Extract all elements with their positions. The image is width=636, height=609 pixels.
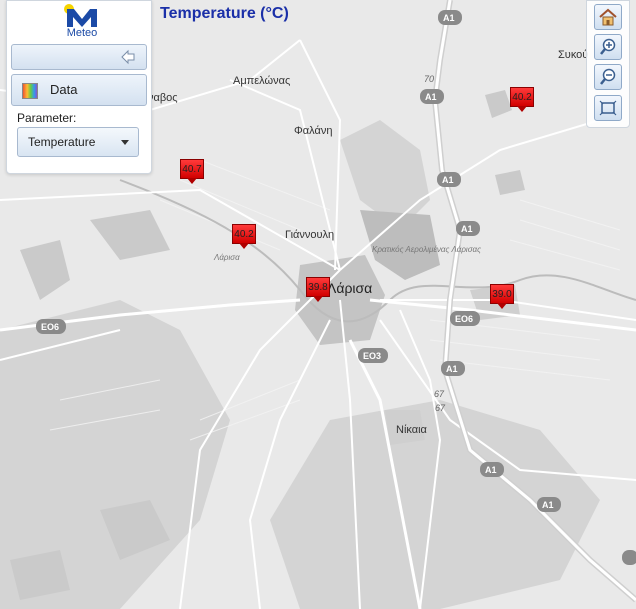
svg-text:A1: A1	[485, 465, 497, 475]
km-marker: 67	[435, 403, 446, 413]
panel-collapse-button[interactable]	[11, 44, 147, 70]
map-toolbar	[586, 0, 630, 128]
zoom-in-button[interactable]	[594, 34, 622, 60]
place-label: Φαλάνη	[294, 125, 332, 137]
station-value: 40.2	[510, 87, 534, 107]
road-shield: EO6	[36, 319, 66, 334]
station-marker[interactable]: 40.7	[180, 159, 204, 185]
svg-text:A1: A1	[425, 92, 437, 102]
road-shield: EO6	[450, 311, 480, 326]
road-shield	[622, 550, 636, 565]
parameter-select[interactable]: Temperature	[17, 127, 139, 157]
zoom-out-button[interactable]	[594, 64, 622, 90]
road-shield: EO3	[358, 348, 388, 363]
km-marker: 70	[424, 74, 434, 84]
zoom-in-icon	[600, 38, 616, 55]
station-marker[interactable]: 39.8	[306, 277, 330, 303]
station-marker[interactable]: 40.2	[510, 87, 534, 113]
svg-text:A1: A1	[542, 500, 554, 510]
road-shield: A1	[437, 172, 461, 187]
map-title: Temperature (°C)	[160, 5, 289, 22]
place-label: Κρατικός Αερολιμένας Λάρισας	[372, 245, 481, 254]
road-shield: A1	[441, 361, 465, 376]
svg-text:EO6: EO6	[455, 314, 473, 324]
svg-text:EO6: EO6	[41, 322, 59, 332]
place-label: Λάρισα	[213, 253, 240, 262]
road-shield: A1	[420, 89, 444, 104]
road-shield: A1	[480, 462, 504, 477]
station-marker[interactable]: 39.0	[490, 284, 514, 310]
place-label: Αμπελώνας	[233, 75, 290, 87]
place-label: ναβος	[148, 92, 178, 104]
road-shield: A1	[438, 10, 462, 25]
km-marker: 67	[434, 389, 445, 399]
station-marker[interactable]: 40.2	[232, 224, 256, 250]
collapse-arrow-icon	[121, 49, 135, 65]
station-value: 40.2	[232, 224, 256, 244]
svg-text:A1: A1	[461, 224, 473, 234]
svg-text:A1: A1	[446, 364, 458, 374]
meteo-logo: Meteo	[59, 3, 105, 39]
place-label: Νίκαια	[396, 424, 428, 436]
svg-text:A1: A1	[442, 175, 454, 185]
logo-text: Meteo	[66, 27, 98, 39]
station-value: 39.8	[306, 277, 330, 297]
road-shield: A1	[456, 221, 480, 236]
station-value: 40.7	[180, 159, 204, 179]
data-tab[interactable]: Data	[11, 74, 147, 106]
side-panel: Meteo Data Parameter: Temperature	[6, 0, 152, 174]
parameter-value: Temperature	[28, 135, 96, 149]
home-button[interactable]	[594, 4, 622, 30]
chevron-down-icon	[121, 140, 129, 145]
place-label: Συκού	[558, 49, 588, 61]
data-tab-label: Data	[50, 82, 78, 97]
place-label: Λάρισα	[327, 280, 372, 296]
zoom-extent-button[interactable]	[594, 95, 622, 121]
road-shield: A1	[537, 497, 561, 512]
data-layers-icon	[22, 83, 38, 99]
place-label: Γιάννουλη	[285, 229, 334, 241]
zoom-extent-icon	[599, 100, 617, 116]
station-value: 39.0	[490, 284, 514, 304]
zoom-out-icon	[600, 68, 616, 85]
svg-text:A1: A1	[443, 13, 455, 23]
parameter-label: Parameter:	[17, 111, 77, 125]
svg-text:EO3: EO3	[363, 351, 381, 361]
home-icon	[599, 8, 617, 26]
